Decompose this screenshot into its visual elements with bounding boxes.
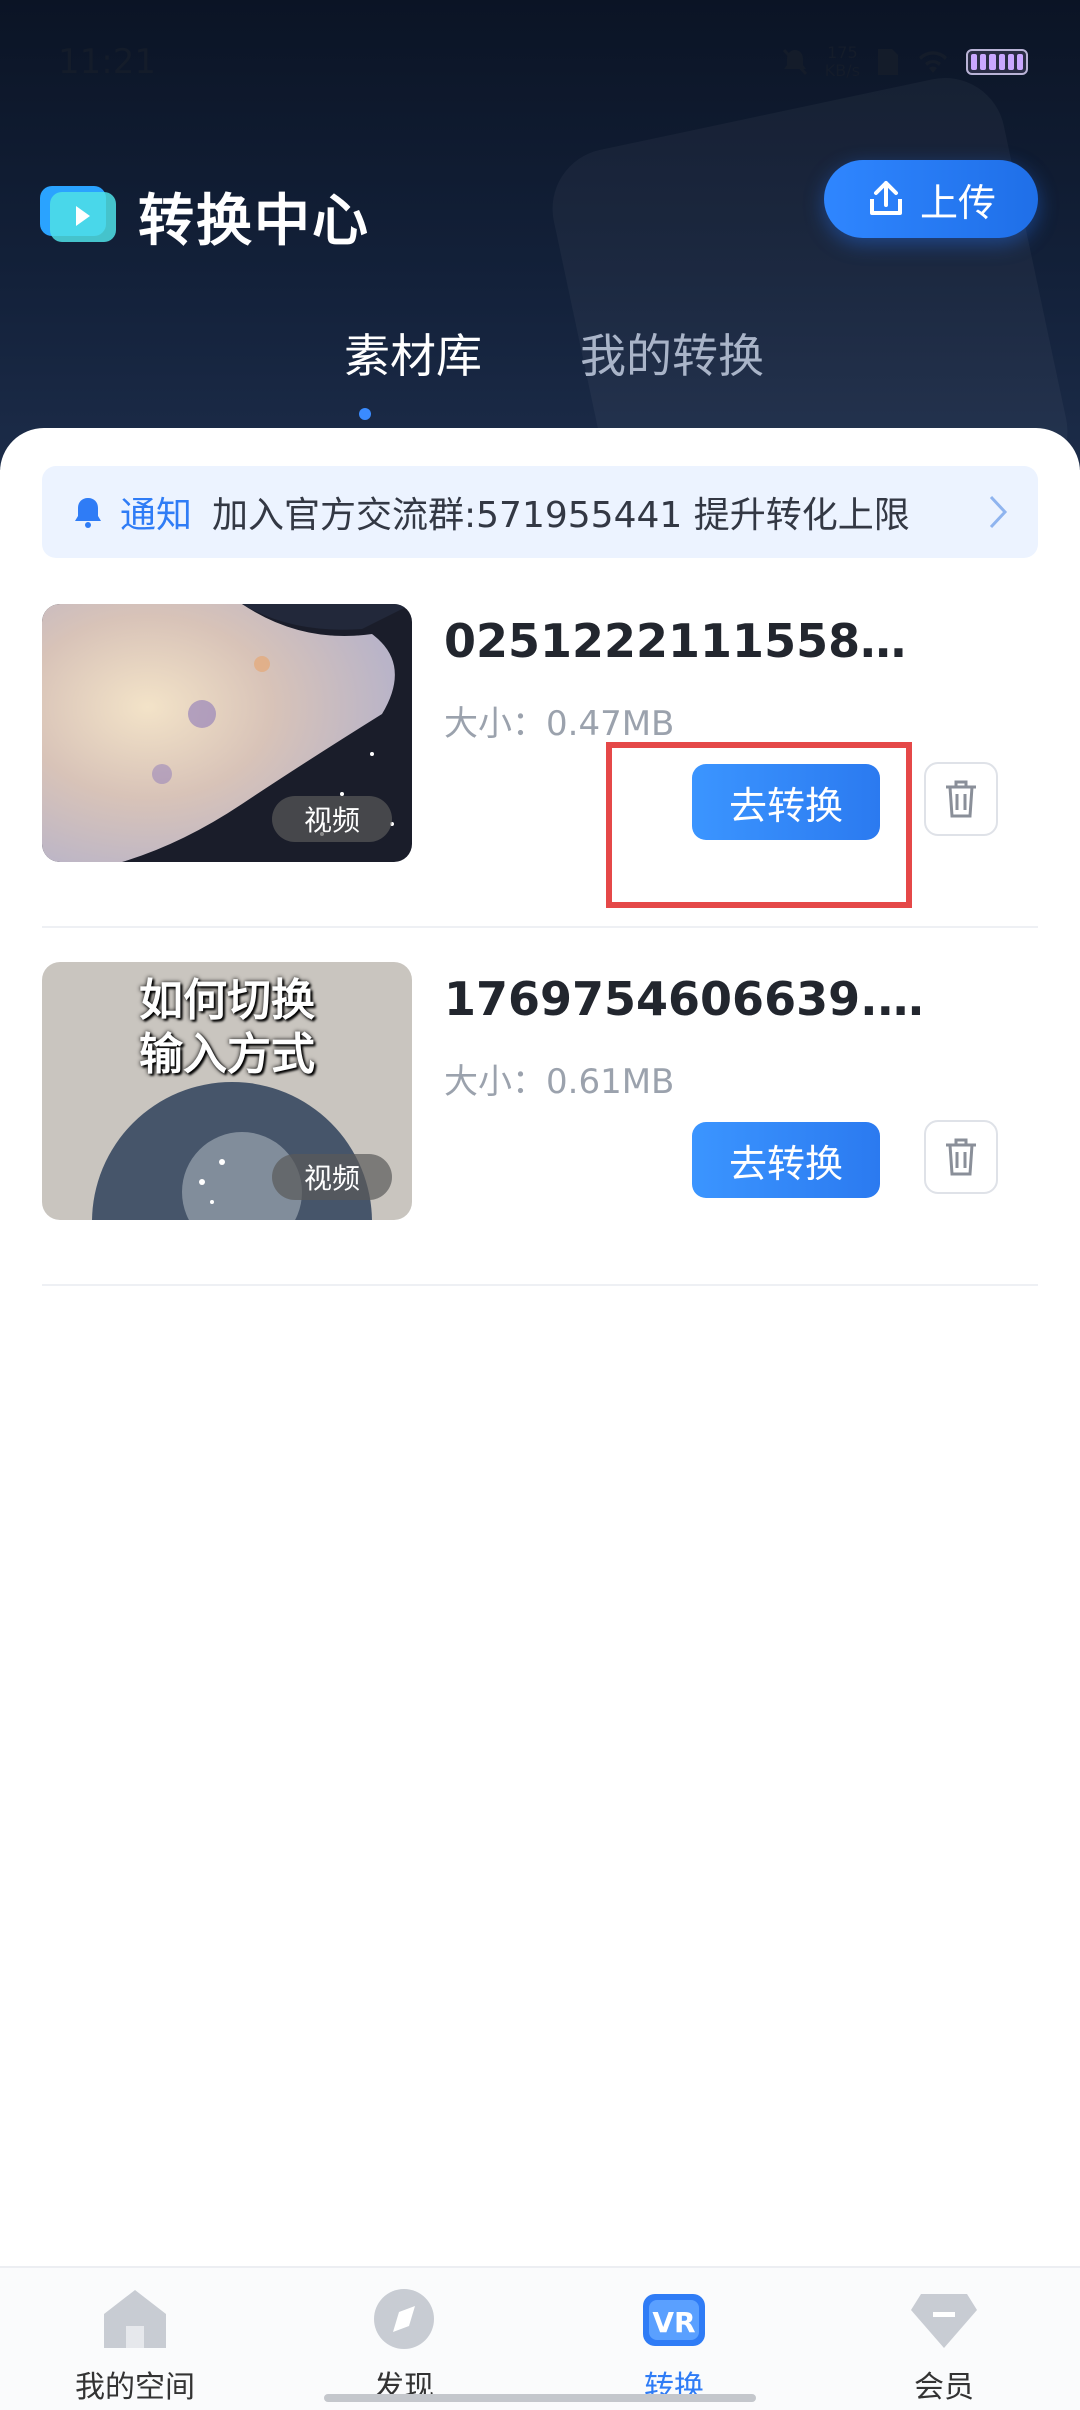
notice-banner[interactable]: 通知 加入官方交流群:571955441 提升转化上限 — [42, 466, 1038, 558]
nav-item-discover[interactable]: 发现 — [304, 2286, 504, 2406]
page-title: 转换中心 — [138, 189, 370, 254]
home-icon — [104, 2290, 166, 2348]
highlight-annotation-box — [606, 742, 912, 908]
compass-icon — [374, 2289, 434, 2349]
tab-my-conversions[interactable]: 我的转换 — [580, 320, 764, 386]
status-bar: 11:21 175 KB/s — [0, 0, 1080, 130]
tab-bar: 素材库 我的转换 — [0, 320, 1080, 400]
convert-button[interactable]: 去转换 — [692, 1122, 880, 1198]
active-tab-dot — [359, 408, 371, 420]
file-size: 大小：0.61MB — [444, 1062, 675, 1102]
home-indicator[interactable] — [324, 2394, 756, 2402]
network-speed-value: 175 — [827, 43, 858, 62]
battery-icon — [966, 49, 1028, 75]
mute-icon — [782, 48, 807, 76]
nav-item-convert[interactable]: VR 转换 — [574, 2286, 774, 2406]
status-icons: 175 KB/s — [781, 44, 1028, 80]
file-name: 0251222111558… — [444, 614, 907, 668]
delete-button[interactable] — [924, 1120, 998, 1194]
video-thumbnail[interactable]: 视频 — [42, 604, 412, 862]
list-item: 如何切换 输入方式 视频 1769754606639.… 大小：0.61MB 去… — [42, 926, 1038, 1286]
sim-icon — [878, 49, 898, 75]
thumbnail-overlay-line: 如何切换 — [139, 975, 315, 1026]
tab-material-library[interactable]: 素材库 — [344, 320, 482, 386]
nav-item-my-space[interactable]: 我的空间 — [35, 2286, 235, 2406]
trash-icon — [946, 780, 976, 818]
thumbnail-overlay-text: 如何切换 输入方式 — [42, 974, 412, 1082]
video-badge: 视频 — [272, 1154, 392, 1200]
network-speed-unit: KB/s — [824, 61, 860, 80]
notice-tag: 通知 — [120, 495, 193, 536]
delete-button[interactable] — [924, 762, 998, 836]
vr-convert-icon: VR — [643, 2294, 705, 2346]
nav-label: 会员 — [914, 2370, 974, 2405]
bell-icon — [75, 498, 101, 528]
bottom-nav: 我的空间 发现 VR 转换 会员 — [0, 2266, 1080, 2410]
trash-icon — [946, 1138, 976, 1176]
nav-item-member[interactable]: 会员 — [844, 2286, 1044, 2406]
upload-label: 上传 — [919, 180, 996, 225]
status-time: 11:21 — [58, 42, 156, 82]
nav-label: 我的空间 — [75, 2370, 195, 2405]
wifi-icon — [919, 51, 947, 73]
diamond-icon — [911, 2294, 977, 2348]
network-speed: 175 KB/s — [825, 44, 860, 80]
file-name: 1769754606639.… — [444, 972, 924, 1026]
notice-text: 加入官方交流群:571955441 提升转化上限 — [212, 495, 910, 536]
upload-icon — [869, 181, 902, 215]
svg-text:VR: VR — [652, 2306, 695, 2339]
thumbnail-overlay-line: 输入方式 — [139, 1029, 315, 1080]
chevron-right-icon — [989, 495, 1008, 529]
file-size: 大小：0.47MB — [444, 704, 675, 744]
video-badge: 视频 — [272, 796, 392, 842]
video-thumbnail[interactable]: 如何切换 输入方式 视频 — [42, 962, 412, 1220]
upload-button[interactable]: 上传 — [824, 160, 1038, 238]
app-logo-icon — [40, 186, 116, 242]
